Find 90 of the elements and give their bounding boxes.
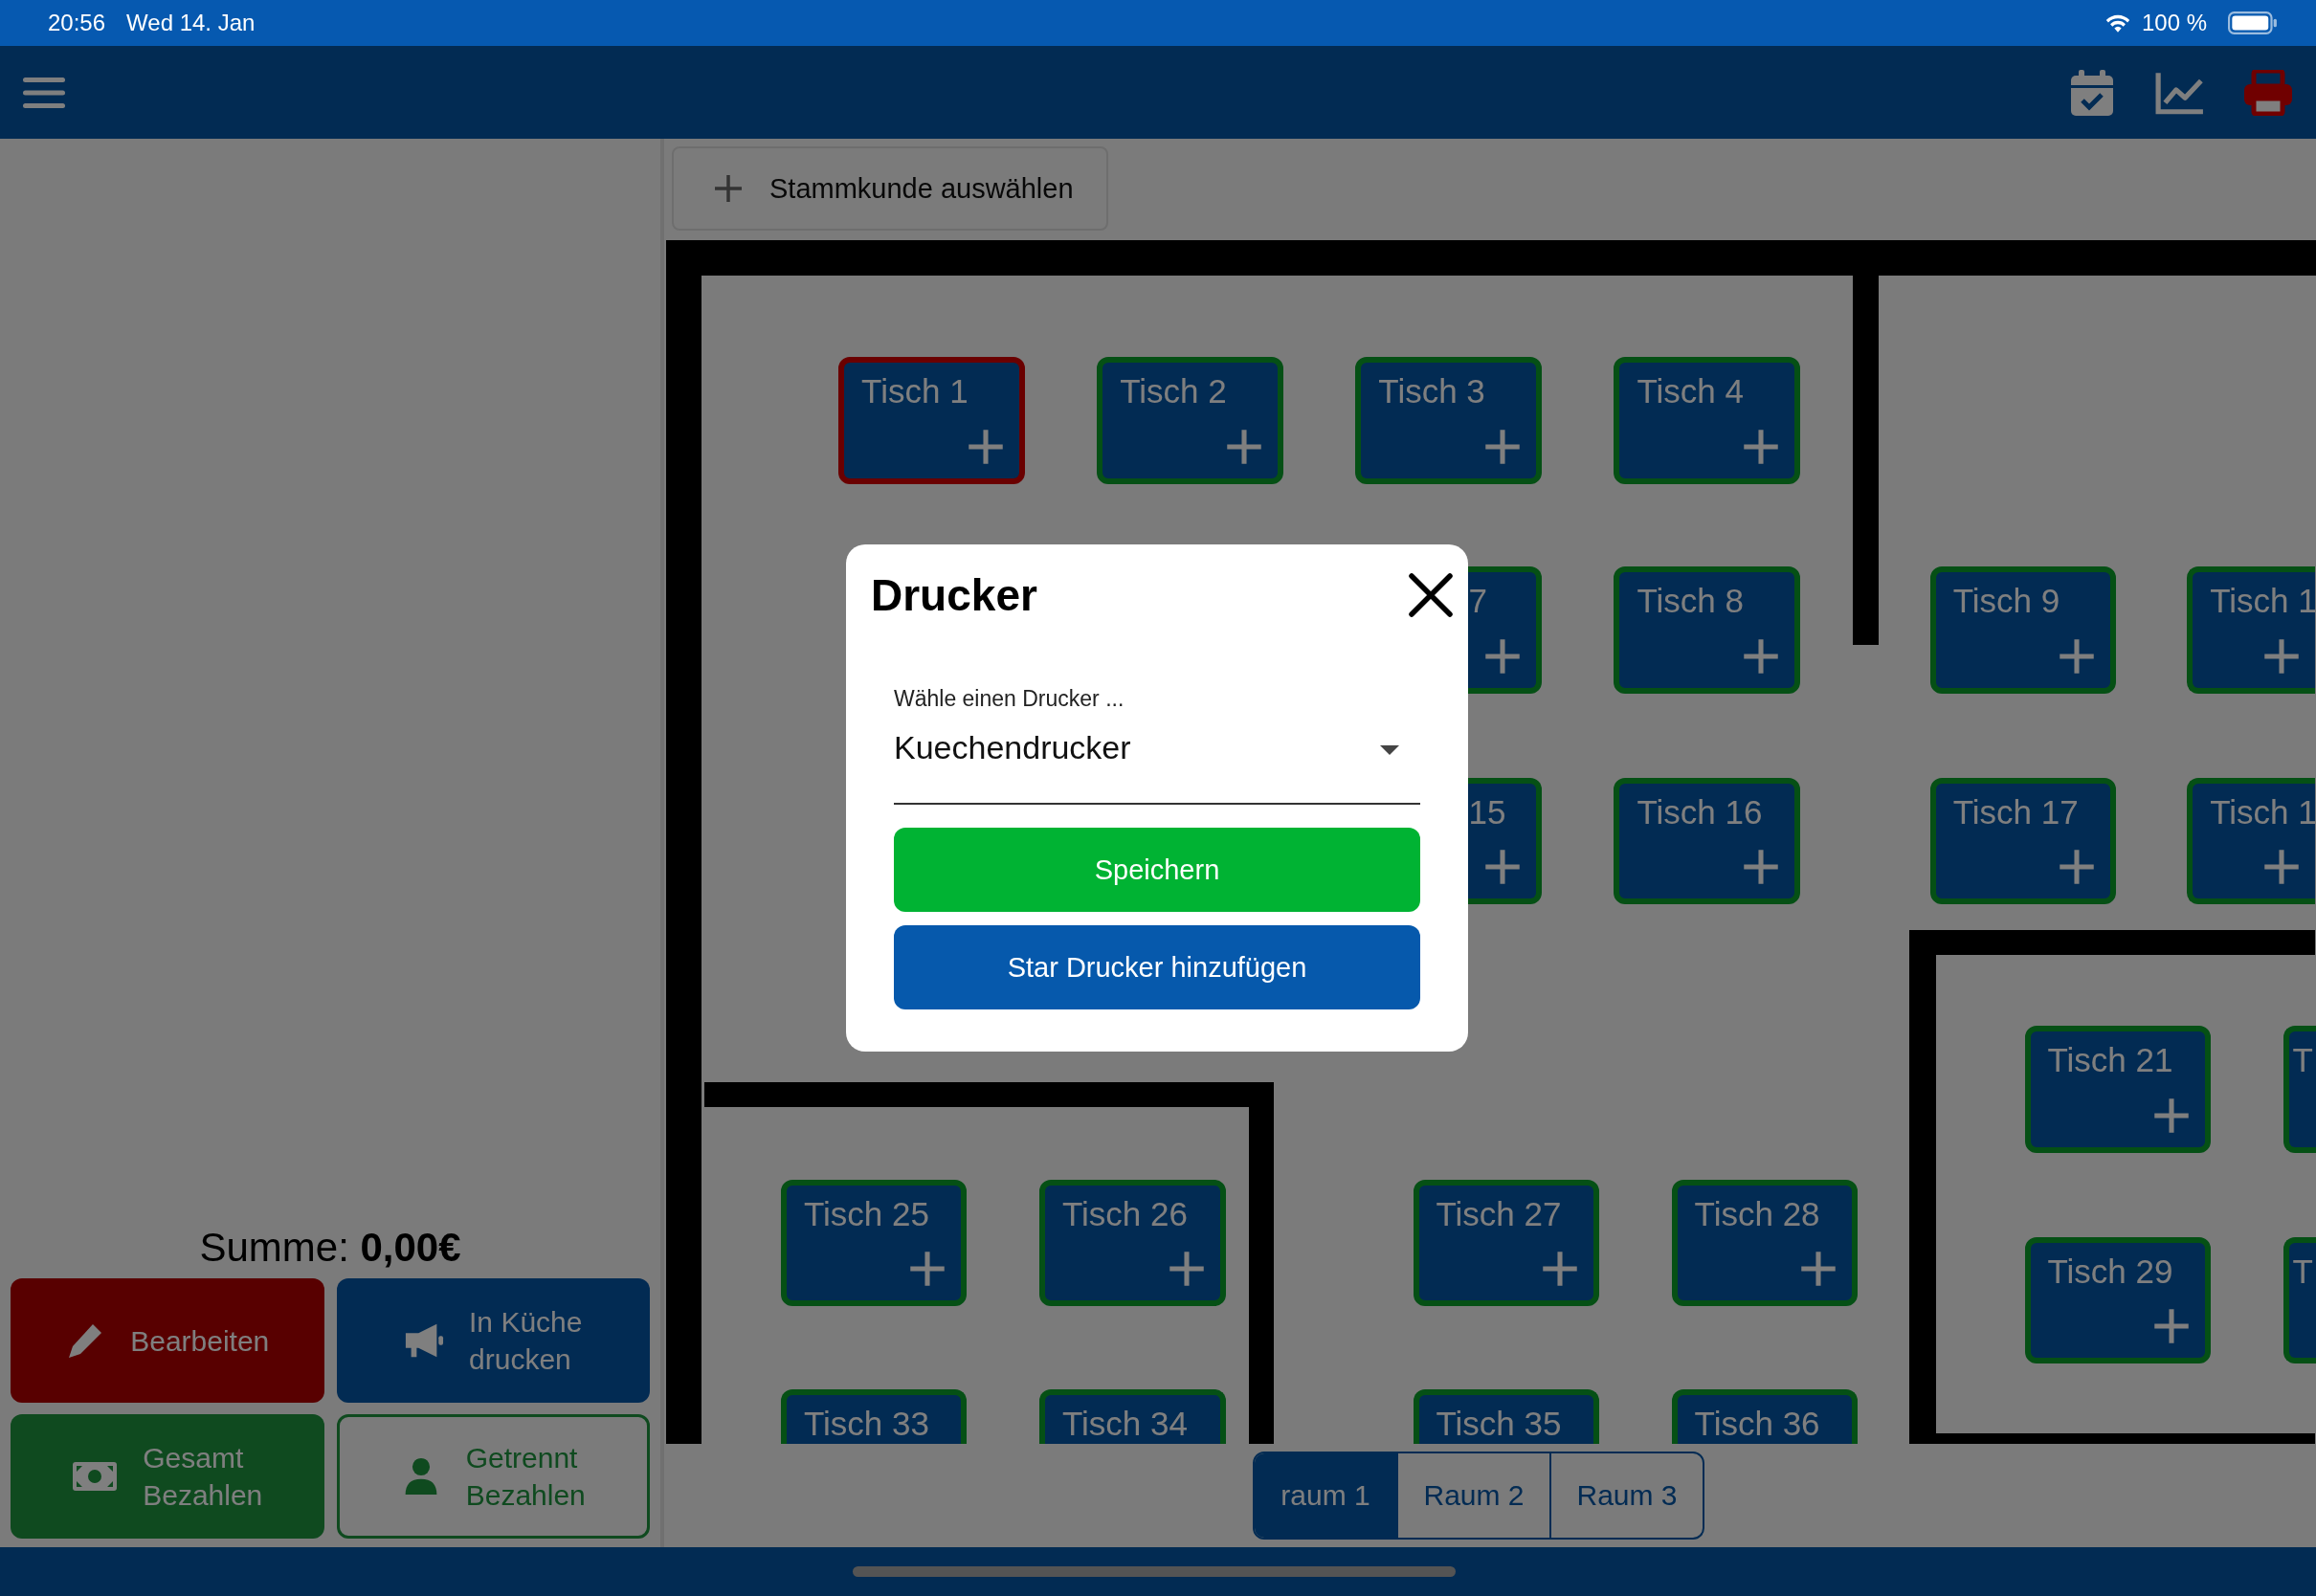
room-tab[interactable]: raum 1: [1255, 1453, 1396, 1538]
table-card[interactable]: Tisch 1: [2187, 777, 2316, 905]
plus-icon: [1800, 1251, 1837, 1288]
clock-time: 20:56: [48, 10, 106, 36]
plus-icon: [1742, 637, 1779, 675]
table-name: Tisch 28: [1694, 1194, 1820, 1233]
plus-icon: [967, 428, 1004, 465]
table-card[interactable]: Tisch 3: [1355, 356, 1542, 484]
table-name: Tisch 35: [1436, 1404, 1562, 1443]
close-icon[interactable]: [1409, 573, 1453, 617]
table-name: Tisch 36: [1694, 1404, 1820, 1443]
plus-icon: [909, 1251, 946, 1288]
dialog-title: Drucker: [871, 569, 1037, 621]
table-card[interactable]: Tisch 8: [1614, 566, 1800, 694]
table-name: 15: [1468, 792, 1506, 831]
table-card[interactable]: 15: [1467, 777, 1542, 905]
table-name: T: [2292, 1252, 2313, 1291]
plus-icon: [1542, 1251, 1578, 1288]
table-name: Tisch 21: [2047, 1041, 2173, 1080]
table-card[interactable]: Tisch 17: [1929, 777, 2117, 905]
table-name: 7: [1468, 582, 1488, 621]
caret-icon: [1380, 745, 1399, 755]
plus-icon: [1742, 428, 1779, 465]
table-card[interactable]: Tisch 21: [2024, 1026, 2211, 1153]
table-name: Tisch 8: [1637, 582, 1744, 621]
table-card[interactable]: T: [2283, 1236, 2316, 1364]
plus-icon: [2263, 849, 2301, 886]
table-name: Tisch 1: [2210, 582, 2316, 621]
date-text: Wed 14. Jan: [126, 10, 256, 36]
table-card[interactable]: Tisch 16: [1614, 777, 1800, 905]
plus-icon: [2059, 637, 2096, 675]
table-name: Tisch 17: [1952, 792, 2079, 831]
table-card[interactable]: 7: [1467, 566, 1542, 694]
table-name: T: [2292, 1041, 2313, 1080]
battery-icon: [2228, 11, 2278, 34]
megaphone-icon: [404, 1321, 445, 1360]
table-card[interactable]: Tisch 2: [1097, 356, 1283, 484]
table-card[interactable]: Tisch 34: [1039, 1388, 1226, 1444]
table-card[interactable]: Tisch 28: [1671, 1179, 1859, 1307]
table-card[interactable]: Tisch 29: [2024, 1236, 2211, 1364]
plus-icon: [1483, 428, 1521, 465]
table-card[interactable]: T: [2283, 1026, 2316, 1153]
plus-icon: [2059, 849, 2096, 886]
room-tab[interactable]: Raum 3: [1549, 1453, 1703, 1538]
table-card[interactable]: Tisch 33: [780, 1388, 968, 1444]
table-name: Tisch 27: [1436, 1194, 1562, 1233]
pay-total-button[interactable]: Gesamt Bezahlen: [11, 1414, 324, 1539]
order-total: Summe: 0,00€: [198, 1225, 462, 1271]
battery-percent: 100 %: [2141, 10, 2207, 36]
plus-icon: [2263, 637, 2301, 675]
table-card[interactable]: Tisch 27: [1413, 1179, 1599, 1307]
printer-icon[interactable]: [2243, 69, 2293, 116]
add-printer-button[interactable]: Star Drucker hinzufügen: [894, 925, 1420, 1009]
table-card[interactable]: Tisch 4: [1614, 356, 1800, 484]
plus-icon: [1225, 428, 1262, 465]
plus-icon: [1483, 849, 1521, 886]
table-card[interactable]: Tisch 25: [780, 1179, 968, 1307]
plus-icon: [2153, 1097, 2190, 1134]
save-button[interactable]: Speichern: [894, 828, 1420, 912]
table-card[interactable]: Tisch 36: [1671, 1388, 1859, 1444]
printer-select[interactable]: Wähle einen Drucker ... Kuechendrucker: [894, 684, 1420, 805]
table-name: Tisch 1: [861, 371, 969, 410]
table-card[interactable]: Tisch 1: [838, 356, 1025, 484]
plus-icon: [714, 174, 743, 203]
table-name: Tisch 34: [1062, 1404, 1188, 1443]
table-name: Tisch 3: [1378, 371, 1485, 410]
kitchen-print-button[interactable]: In Küche drucken: [336, 1278, 650, 1403]
table-name: Tisch 1: [2210, 792, 2316, 831]
table-card[interactable]: Tisch 26: [1039, 1179, 1226, 1307]
menu-icon[interactable]: [23, 75, 65, 110]
table-name: Tisch 4: [1637, 371, 1744, 410]
table-name: Tisch 29: [2047, 1252, 2173, 1291]
table-name: Tisch 25: [803, 1194, 929, 1233]
plus-icon: [1742, 849, 1779, 886]
table-name: Tisch 16: [1637, 792, 1763, 831]
plus-icon: [1168, 1251, 1205, 1288]
table-name: Tisch 2: [1120, 371, 1227, 410]
table-name: Tisch 33: [803, 1404, 929, 1443]
table-card[interactable]: Tisch 9: [1929, 566, 2117, 694]
plus-icon: [1483, 637, 1521, 675]
banknote-icon: [72, 1461, 119, 1492]
table-name: Tisch 26: [1062, 1194, 1188, 1233]
split-pay-button[interactable]: Getrennt Bezahlen: [336, 1414, 650, 1539]
plus-icon: [2153, 1308, 2190, 1345]
table-name: Tisch 9: [1952, 582, 2060, 621]
room-tab[interactable]: Raum 2: [1396, 1453, 1549, 1538]
select-customer-button[interactable]: Stammkunde auswählen: [672, 146, 1108, 231]
edit-button[interactable]: Bearbeiten: [11, 1278, 324, 1403]
table-card[interactable]: Tisch 1: [2187, 566, 2316, 694]
table-card[interactable]: Tisch 35: [1413, 1388, 1599, 1444]
